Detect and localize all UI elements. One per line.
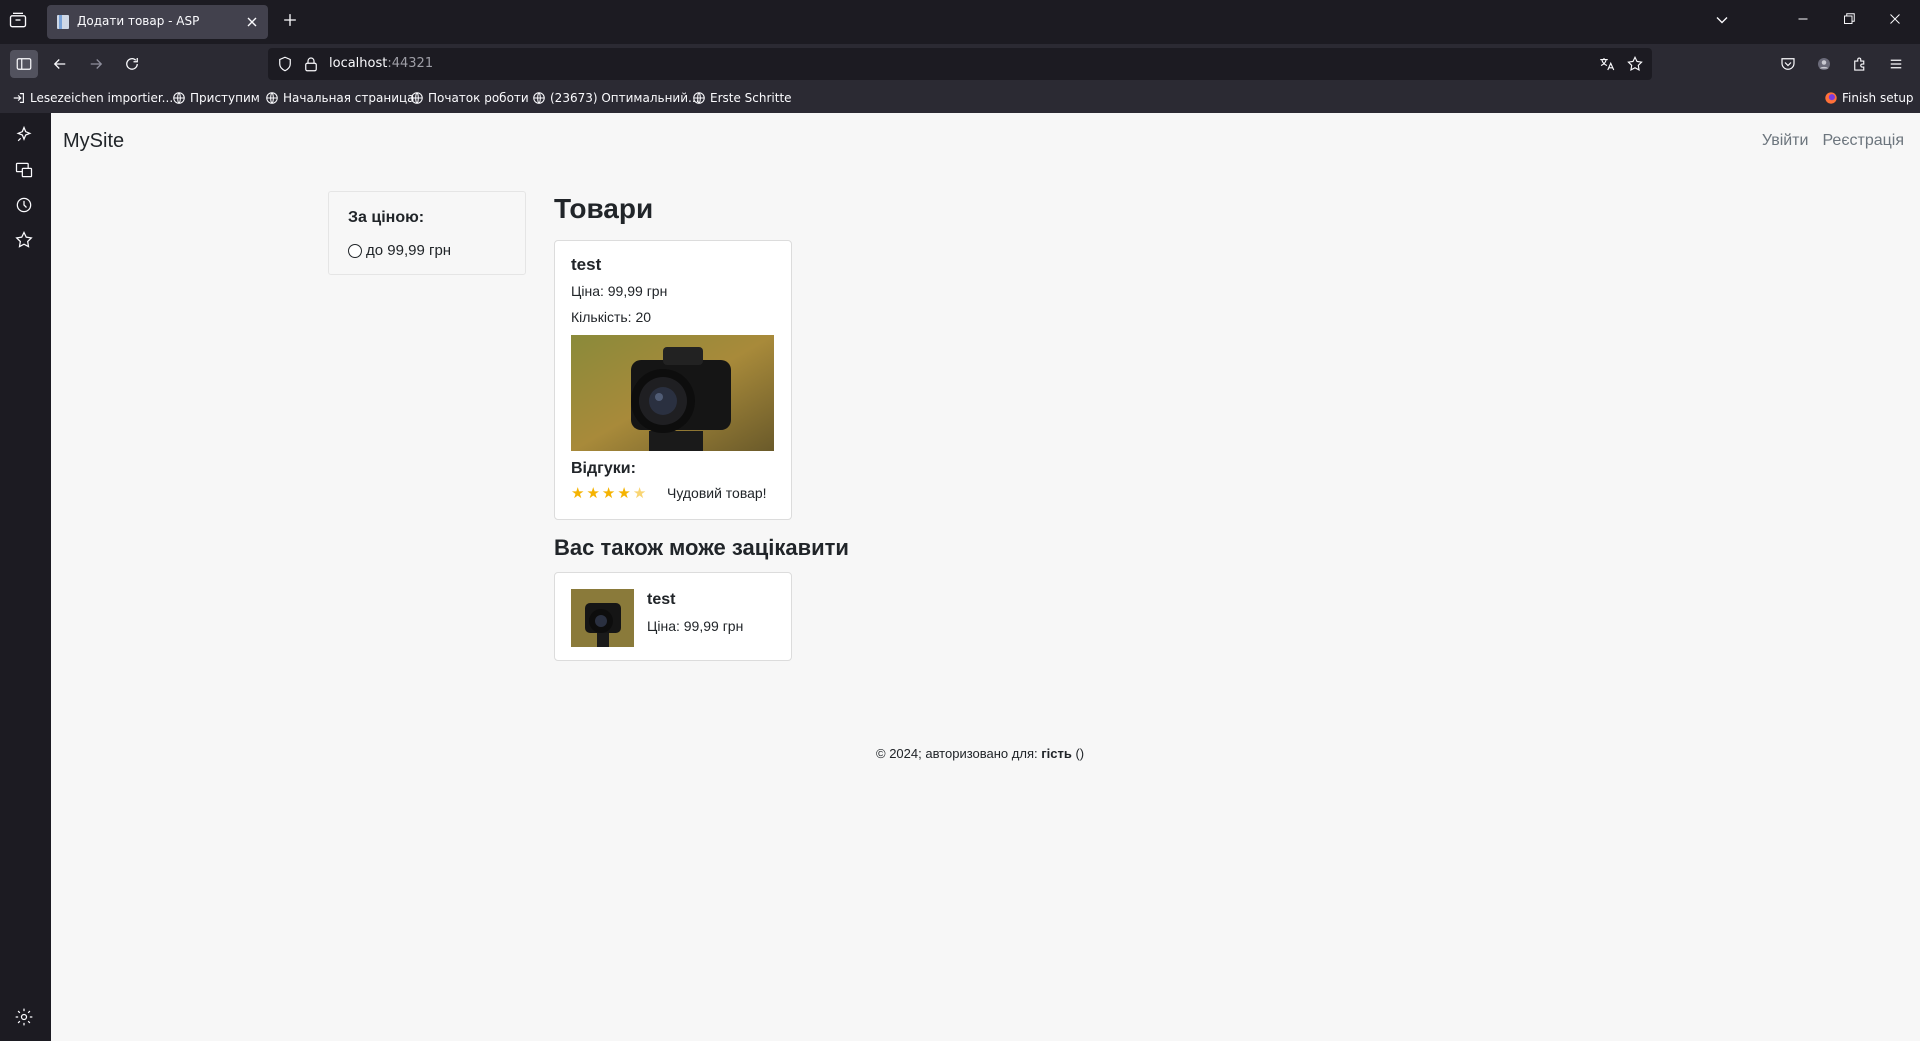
bookmark-label: Lesezeichen importier... xyxy=(30,91,174,105)
address-bar[interactable]: localhost:44321 xyxy=(268,48,1652,80)
url-host: localhost xyxy=(329,56,388,71)
finish-setup-label: Finish setup xyxy=(1842,91,1914,105)
star-icon: ★ xyxy=(586,485,600,502)
bookmark-label: (23673) Оптимальний... xyxy=(550,91,700,105)
globe-icon xyxy=(533,92,545,104)
product-name: test xyxy=(571,255,602,274)
active-tab[interactable]: Додати товар - ASP xyxy=(47,5,268,39)
half-star-icon: ★ xyxy=(632,485,647,502)
product-card[interactable]: test Ціна: 99,99 грн Кількість: 20 Відгу… xyxy=(554,240,792,520)
lock-icon[interactable] xyxy=(302,55,320,73)
url-text[interactable]: localhost:44321 xyxy=(329,56,433,71)
translate-icon[interactable] xyxy=(1598,55,1616,73)
price-filter-option[interactable]: до 99,99 грн xyxy=(348,242,451,259)
minimize-icon[interactable] xyxy=(1794,10,1818,34)
globe-icon xyxy=(693,92,705,104)
account-icon[interactable] xyxy=(1810,50,1838,78)
auth-nav: Увійти Реєстрація xyxy=(1762,132,1904,150)
globe-icon xyxy=(173,92,185,104)
chevron-down-icon[interactable] xyxy=(1712,10,1736,34)
login-link[interactable]: Увійти xyxy=(1762,132,1809,150)
menu-icon[interactable] xyxy=(1882,50,1910,78)
page-viewport: MySite Увійти Реєстрація За ціною: до 99… xyxy=(51,113,1920,1041)
star-icon: ★ xyxy=(601,485,616,502)
new-tab-button[interactable] xyxy=(280,10,304,34)
firefox-icon xyxy=(1825,92,1837,104)
bookmark-label: Початок роботи xyxy=(428,91,529,105)
bookmark-item[interactable]: Lesezeichen importier... xyxy=(12,91,173,105)
products-heading: Товари xyxy=(554,193,654,224)
footer: © 2024; авторизовано для: гість () xyxy=(876,746,1084,761)
site-brand[interactable]: MySite xyxy=(63,130,124,153)
recommended-card[interactable]: test Ціна: 99,99 грн xyxy=(554,572,792,661)
back-icon[interactable] xyxy=(46,50,74,78)
price-filter: За ціною: до 99,99 грн xyxy=(328,191,526,275)
extensions-icon[interactable] xyxy=(1846,50,1874,78)
bookmark-label: Начальная страница xyxy=(283,91,415,105)
close-window-icon[interactable] xyxy=(1886,10,1910,34)
bookmark-item[interactable]: Початок роботи xyxy=(410,91,529,105)
gear-icon[interactable] xyxy=(14,1007,36,1029)
footer-user: гість xyxy=(1041,746,1072,761)
bookmark-item[interactable]: Начальная страница xyxy=(265,91,415,105)
finish-setup-button[interactable]: Finish setup xyxy=(1824,91,1914,105)
tab-title: Додати товар - ASP xyxy=(77,14,200,28)
bookmark-item[interactable]: Erste Schritte xyxy=(692,91,792,105)
price-radio[interactable] xyxy=(348,243,362,258)
bookmark-label: Erste Schritte xyxy=(710,91,792,105)
bookmark-label: Приступим xyxy=(190,91,260,105)
footer-suffix: () xyxy=(1071,746,1085,761)
page-icon xyxy=(55,14,71,30)
product-image[interactable] xyxy=(571,335,774,451)
ai-chatbot-icon[interactable] xyxy=(14,125,36,147)
recommended-image[interactable] xyxy=(571,589,634,647)
product-quantity: Кількість: 20 xyxy=(571,309,652,325)
star-icon: ★ xyxy=(571,485,585,502)
star-icon: ★ xyxy=(617,485,631,502)
price-option-label: до 99,99 грн xyxy=(366,242,452,259)
recommended-heading: Вас також може зацікавити xyxy=(554,535,849,560)
pocket-icon[interactable] xyxy=(1774,50,1802,78)
bookmark-star-icon[interactable] xyxy=(1626,55,1644,73)
review-text: Чудовий товар! xyxy=(667,485,767,501)
globe-icon xyxy=(411,92,423,104)
synced-tabs-icon[interactable] xyxy=(14,160,36,182)
bookmark-item[interactable]: (23673) Оптимальний... xyxy=(532,91,699,105)
shield-icon[interactable] xyxy=(276,55,294,73)
register-link[interactable]: Реєстрація xyxy=(1822,132,1904,150)
sidebar-toggle-icon[interactable] xyxy=(10,50,38,78)
tab-list-icon[interactable] xyxy=(8,10,32,34)
reviews-title: Відгуки: xyxy=(571,460,636,477)
close-icon[interactable] xyxy=(244,14,260,30)
product-price: Ціна: 99,99 грн xyxy=(571,283,668,299)
bookmark-item[interactable]: Приступим xyxy=(172,91,260,105)
recommended-price: Ціна: 99,99 грн xyxy=(647,618,744,634)
forward-icon[interactable] xyxy=(82,50,110,78)
recommended-name: test xyxy=(647,591,676,608)
history-icon[interactable] xyxy=(14,195,36,217)
navigation-toolbar: localhost:44321 xyxy=(0,44,1920,84)
bookmarks-toolbar: Lesezeichen importier... Приступим Начал… xyxy=(0,84,1920,113)
globe-icon xyxy=(266,92,278,104)
reload-icon[interactable] xyxy=(118,50,146,78)
rating-stars: ★ ★ ★ ★ ★ xyxy=(571,486,646,501)
tab-bar: Додати товар - ASP xyxy=(0,0,1920,44)
footer-text: © 2024; авторизовано для: xyxy=(876,746,1042,761)
import-icon xyxy=(13,93,24,103)
browser-sidebar xyxy=(0,113,51,1041)
url-port: :44321 xyxy=(387,56,434,71)
filter-title: За ціною: xyxy=(348,209,425,226)
bookmarks-icon[interactable] xyxy=(14,230,36,252)
restore-icon[interactable] xyxy=(1840,10,1864,34)
